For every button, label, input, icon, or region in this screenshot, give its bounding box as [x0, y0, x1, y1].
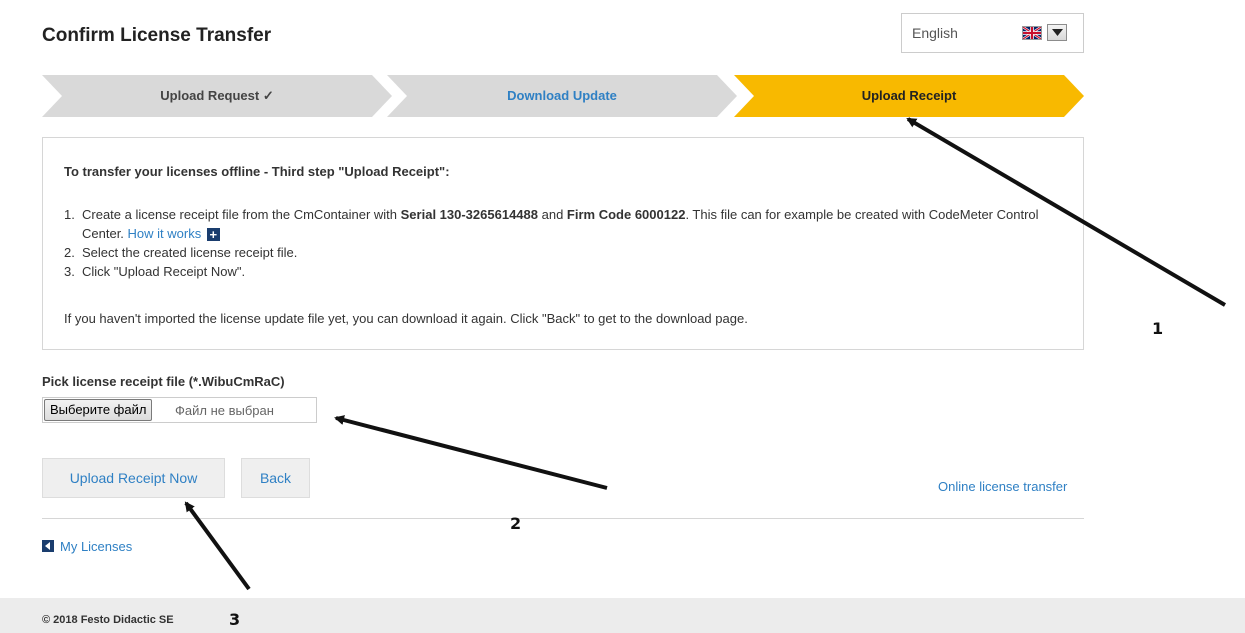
- copyright-text: © 2018 Festo Didactic SE: [42, 614, 174, 626]
- file-picker-label: Pick license receipt file (*.WibuCmRaC): [42, 374, 285, 389]
- list-number: 3.: [64, 264, 75, 279]
- instructions-box: To transfer your licenses offline - Thir…: [42, 137, 1084, 350]
- file-status-text: Файл не выбран: [175, 403, 274, 418]
- step-upload-receipt: Upload Receipt: [734, 75, 1084, 117]
- chevron-left-icon: [42, 540, 54, 552]
- step1-text-b: and: [538, 207, 567, 222]
- page-title: Confirm License Transfer: [42, 25, 272, 46]
- instructions-list: 1. Create a license receipt file from th…: [64, 205, 1064, 281]
- step-label: Upload Request ✓: [160, 88, 274, 103]
- plus-icon[interactable]: +: [206, 228, 220, 241]
- dropdown-arrow-icon[interactable]: [1047, 24, 1067, 41]
- language-select[interactable]: English: [901, 13, 1084, 53]
- list-item: 3. Click "Upload Receipt Now".: [64, 262, 1064, 281]
- step3-text: Click "Upload Receipt Now".: [82, 264, 246, 279]
- my-licenses-label: My Licenses: [60, 539, 133, 554]
- list-number: 2.: [64, 245, 75, 260]
- annotation-number-3: 3: [229, 610, 241, 629]
- annotation-number-1: 1: [1152, 319, 1164, 338]
- choose-file-button[interactable]: Выберите файл: [44, 399, 153, 421]
- serial-text: Serial 130-3265614488: [400, 207, 538, 222]
- firm-code-text: Firm Code 6000122: [566, 207, 686, 222]
- divider: [42, 518, 1084, 519]
- my-licenses-link[interactable]: My Licenses: [42, 539, 132, 554]
- online-license-transfer-link[interactable]: Online license transfer: [938, 479, 1067, 494]
- step2-text: Select the created license receipt file.: [82, 245, 298, 260]
- file-input[interactable]: Выберите файл Файл не выбран: [42, 397, 317, 423]
- progress-steps: Upload Request ✓ Download Update Upload …: [42, 75, 1084, 117]
- step-download-update[interactable]: Download Update: [387, 75, 737, 117]
- uk-flag-icon: [1022, 26, 1042, 40]
- download-again-note: If you haven't imported the license upda…: [64, 311, 748, 326]
- footer: © 2018 Festo Didactic SE: [0, 598, 1245, 633]
- list-item: 1. Create a license receipt file from th…: [64, 205, 1064, 243]
- instructions-heading: To transfer your licenses offline - Thir…: [64, 164, 450, 179]
- list-number: 1.: [64, 207, 75, 222]
- arrow-3: [184, 501, 251, 591]
- language-value: English: [912, 25, 958, 41]
- step-upload-request: Upload Request ✓: [42, 75, 392, 117]
- back-button[interactable]: Back: [241, 458, 310, 498]
- annotation-number-2: 2: [510, 514, 522, 533]
- list-item: 2. Select the created license receipt fi…: [64, 243, 1064, 262]
- step-label: Upload Receipt: [861, 88, 957, 103]
- step-label[interactable]: Download Update: [387, 75, 737, 117]
- upload-receipt-button[interactable]: Upload Receipt Now: [42, 458, 225, 498]
- how-it-works-link[interactable]: How it works: [128, 226, 202, 241]
- step1-text-a: Create a license receipt file from the C…: [82, 207, 401, 222]
- arrow-2: [334, 415, 608, 490]
